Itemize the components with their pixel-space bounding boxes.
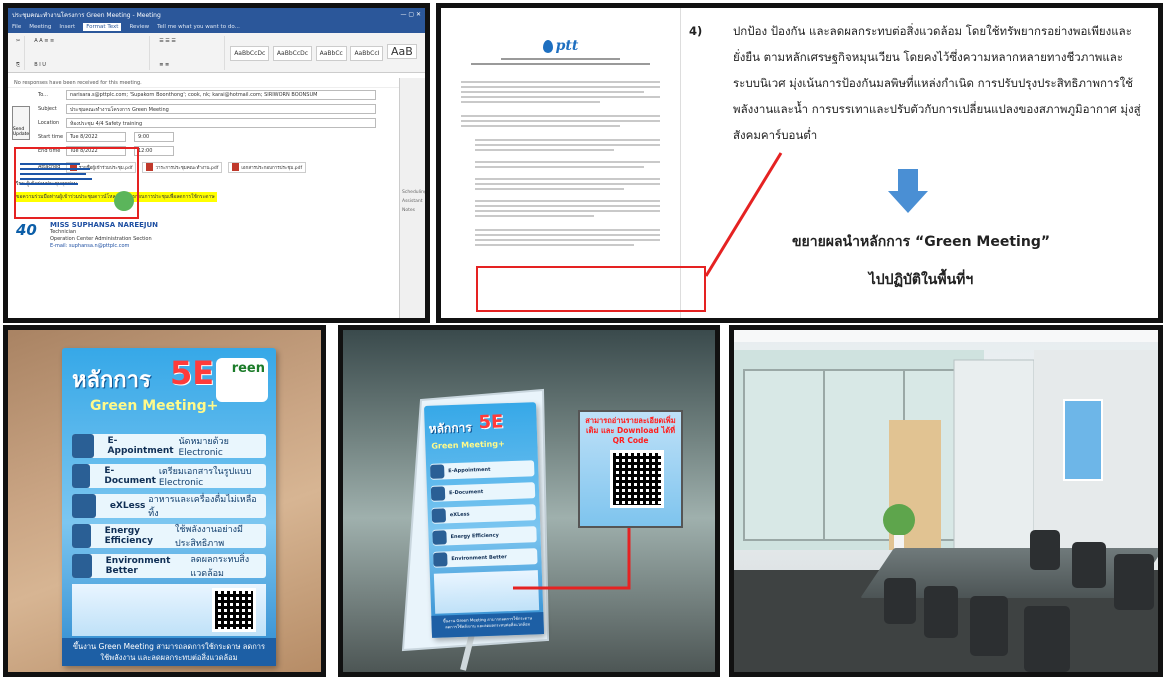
qr-code: [212, 588, 256, 632]
clipboard-group[interactable]: ✂ ⎘: [12, 35, 26, 70]
green-meeting-poster: หลักการ 5E Green Meeting+ reen E-Appoint…: [62, 348, 276, 666]
to-field[interactable]: narisara.s@pttplc.com; 'Supakorn Boontho…: [66, 90, 376, 100]
poster-row-2: E-Document เตรียมเอกสารในรูปแบบ Electron…: [72, 464, 266, 488]
meeting-room-photo: [729, 325, 1163, 677]
style-normal[interactable]: AaBbCcDc: [230, 46, 270, 61]
poster-title: หลักการ: [72, 368, 151, 393]
location-label: Location: [38, 120, 60, 126]
item-number: 4): [689, 24, 703, 38]
location-field[interactable]: ห้องประชุม 4/4 Safety training: [66, 118, 376, 128]
subject-label: Subject: [38, 106, 57, 112]
start-date-field[interactable]: Tue 8/2022: [66, 132, 126, 142]
ptt-logo: ptt: [461, 38, 660, 54]
plate-icon: [72, 494, 96, 518]
item-text: ปกป้อง ป้องกัน และลดผลกระทบต่อสิ่งแวดล้อ…: [733, 24, 1141, 142]
tab-review[interactable]: Review: [129, 24, 149, 30]
office-chair: [1030, 530, 1060, 570]
leaf-icon: [72, 554, 92, 578]
response-notice: No responses have been received for this…: [8, 78, 425, 88]
send-update-button[interactable]: Send Update: [12, 106, 30, 140]
tab-insert[interactable]: Insert: [59, 24, 75, 30]
lightbulb-icon: [72, 524, 91, 548]
office-chair: [924, 586, 958, 638]
outlook-titlebar: ประชุมคณะทำงานโครงการ Green Meeting - Me…: [8, 8, 425, 21]
pdf-icon: [232, 163, 240, 171]
tell-me-box[interactable]: Tell me what you want to do...: [157, 24, 240, 30]
tab-format-text[interactable]: Format Text: [83, 23, 122, 31]
style-no-spacing[interactable]: AaBbCcDc: [272, 46, 313, 61]
green-logo: reen: [216, 358, 268, 402]
start-time-field[interactable]: 9:00: [134, 132, 174, 142]
side-assistant[interactable]: Assistant: [402, 199, 423, 204]
qr-connector-line: [513, 528, 631, 590]
signature-name: MISS SUPHANSA NAREEJUN: [50, 221, 159, 229]
caption: ขยายผลนำหลักการ “Green Meeting” ไปปฏิบัต…: [741, 223, 1101, 299]
highlight-box-red: [14, 147, 139, 219]
logo-40-years: 40: [16, 221, 37, 239]
side-panel: Scheduling Assistant Notes: [399, 78, 425, 318]
subject-field[interactable]: ประชุมคณะทำงานโครงการ Green Meeting: [66, 104, 376, 114]
tab-file[interactable]: File: [12, 24, 21, 30]
policy-item-4: 4) ปกป้อง ป้องกัน และลดผลกระทบต่อสิ่งแวด…: [689, 18, 1148, 148]
poster-5e: 5E: [170, 354, 215, 392]
style-heading1[interactable]: AaBbCc: [315, 46, 347, 61]
office-chair: [1024, 606, 1070, 672]
office-chair: [970, 596, 1008, 656]
style-title[interactable]: AaB: [387, 44, 417, 59]
poster-footer: ขึ้นงาน Green Meeting สามารถลดการใช้กระด…: [62, 638, 276, 666]
to-button[interactable]: To...: [38, 92, 66, 98]
office-chair: [1114, 554, 1154, 610]
poster-row-5: Environment Better ลดผลกระทบสิ่งแวดล้อม: [72, 554, 266, 579]
poster-subtitle: Green Meeting+: [90, 398, 219, 414]
calendar-icon: [72, 434, 94, 458]
signature-role: Technician: [50, 229, 77, 235]
side-notes[interactable]: Notes: [402, 208, 423, 213]
tab-meeting[interactable]: Meeting: [29, 24, 51, 30]
attachment-3[interactable]: เอกสารประกอบการประชุม.pdf: [228, 161, 307, 173]
signature-dept: Operation Center Administration Section: [50, 236, 152, 242]
styles-gallery[interactable]: AaBbCcDc AaBbCcDc AaBbCc AaBbCcI AaB: [230, 44, 419, 61]
green-meeting-thumbnail: [20, 163, 134, 211]
window-title: ประชุมคณะทำงานโครงการ Green Meeting - Me…: [12, 11, 161, 19]
ptt-drop-icon: [542, 39, 553, 53]
paragraph-group[interactable]: ☰ ☰ ☰ ≣ ≣: [155, 35, 226, 70]
font-group[interactable]: A A ≡ ≡ B I U: [30, 35, 151, 70]
poster-row-3: eXLess อาหารและเครื่องดื่มไม่เหลือทิ้ง: [72, 494, 266, 519]
poster-row-4: Energy Efficiency ใช้พลังงานอย่างมีประสิ…: [72, 524, 266, 549]
end-time-field[interactable]: 12:00: [134, 146, 174, 156]
poster-row-1: E-Appointment นัดหมายด้วย Electronic: [72, 434, 266, 458]
style-heading2[interactable]: AaBbCcI: [350, 46, 384, 61]
monitor-icon: [72, 464, 91, 488]
attachment-2[interactable]: วาระการประชุมคณะทำงาน.pdf: [142, 161, 223, 173]
ribbon-tabs: File Meeting Insert Format Text Review T…: [8, 21, 425, 33]
document-highlight-box: [476, 266, 706, 312]
ribbon: ✂ ⎘ A A ≡ ≡ B I U ☰ ☰ ☰ ≣ ≣ AaBbCcDc AaBbCc…: [8, 33, 425, 73]
office-chair: [1072, 542, 1106, 588]
outlook-meeting-screenshot: ประชุมคณะทำงานโครงการ Green Meeting - Me…: [3, 3, 430, 323]
window-controls[interactable]: — ▢ ✕: [400, 11, 421, 18]
pdf-icon: [146, 163, 154, 171]
caption-line-1: ขยายผลนำหลักการ “Green Meeting”: [791, 234, 1051, 250]
poster-wall-photo: หลักการ 5E Green Meeting+ reen E-Appoint…: [3, 325, 326, 677]
office-chair: [884, 578, 916, 624]
side-scheduling[interactable]: Scheduling: [402, 190, 425, 195]
caption-line-2: ไปปฏิบัติในพื้นที่ฯ: [868, 272, 974, 288]
arrow-down-icon: [888, 169, 928, 213]
email-signature: 40 MISS SUPHANSA NAREEJUN Technician Ope…: [16, 221, 158, 250]
policy-document-panel: ptt 4) ปกป้อง ป้องกัน และลดผลกระทบต่อสิ่…: [436, 3, 1163, 323]
poster-stand-photo: หลักการ 5E Green Meeting+ E-Appointment …: [338, 325, 720, 677]
signature-email[interactable]: E-mail: suphansa.n@pttplc.com: [50, 243, 158, 250]
start-label: Start time: [38, 134, 64, 140]
